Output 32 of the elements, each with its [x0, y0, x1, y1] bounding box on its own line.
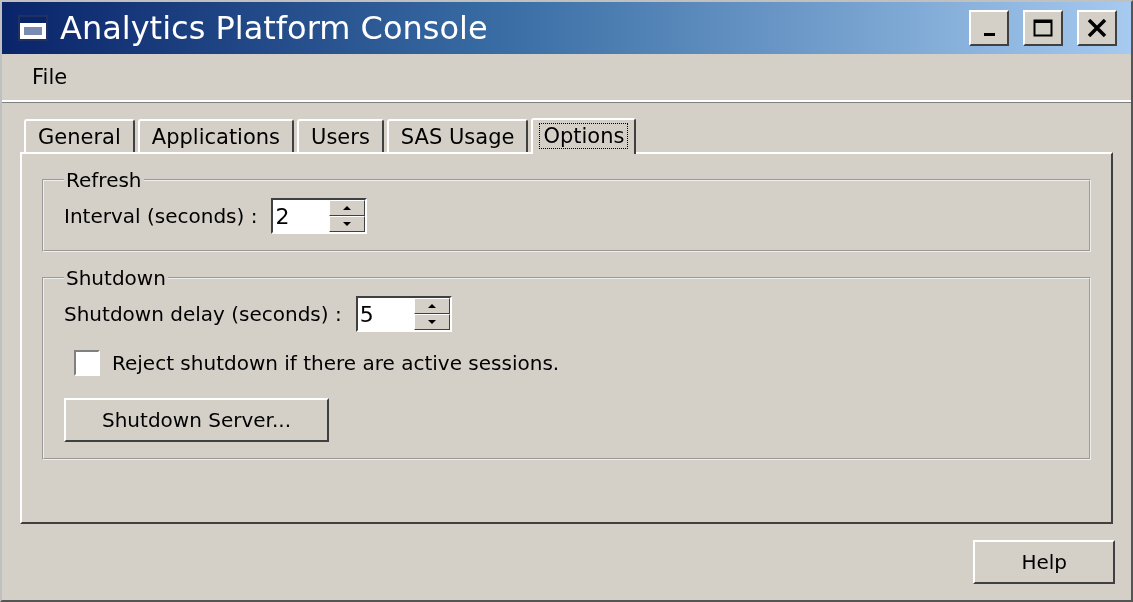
- maximize-button[interactable]: [1023, 10, 1063, 46]
- tab[interactable]: Applications: [137, 119, 295, 152]
- tab[interactable]: Options: [531, 118, 637, 154]
- field-label: Interval (seconds) :: [64, 204, 258, 228]
- minimize-icon: [983, 32, 995, 36]
- tab[interactable]: Users: [297, 119, 384, 152]
- up-arrow-icon: [427, 304, 436, 308]
- spin-down-button[interactable]: [413, 314, 450, 330]
- close-button[interactable]: [1077, 10, 1117, 46]
- shutdown-button[interactable]: Shutdown Server...: [64, 398, 330, 442]
- number-spinner[interactable]: 5: [355, 296, 452, 332]
- window-title: Analytics Platform Console: [60, 9, 489, 47]
- checkbox[interactable]: [74, 350, 100, 376]
- close-icon: [1087, 19, 1107, 37]
- down-arrow-icon: [343, 222, 352, 226]
- menu-item[interactable]: File: [16, 61, 84, 93]
- window-icon: [18, 15, 48, 41]
- tab[interactable]: General: [24, 119, 135, 152]
- spin-up-button[interactable]: [329, 200, 366, 216]
- field-label: Shutdown delay (seconds) :: [64, 302, 342, 326]
- tab[interactable]: SAS Usage: [386, 119, 529, 152]
- down-arrow-icon: [427, 320, 436, 324]
- group-title: Shutdown: [65, 266, 167, 290]
- spin-down-button[interactable]: [329, 216, 366, 232]
- minimize-button[interactable]: [969, 10, 1009, 46]
- number-spinner[interactable]: 2: [271, 198, 368, 234]
- help-button[interactable]: Help: [973, 540, 1115, 584]
- spin-up-button[interactable]: [413, 298, 450, 314]
- group-title: Refresh: [65, 168, 143, 192]
- maximize-icon: [1033, 19, 1053, 37]
- up-arrow-icon: [343, 206, 352, 210]
- checkbox-label: Reject shutdown if there are active sessions.: [112, 351, 560, 375]
